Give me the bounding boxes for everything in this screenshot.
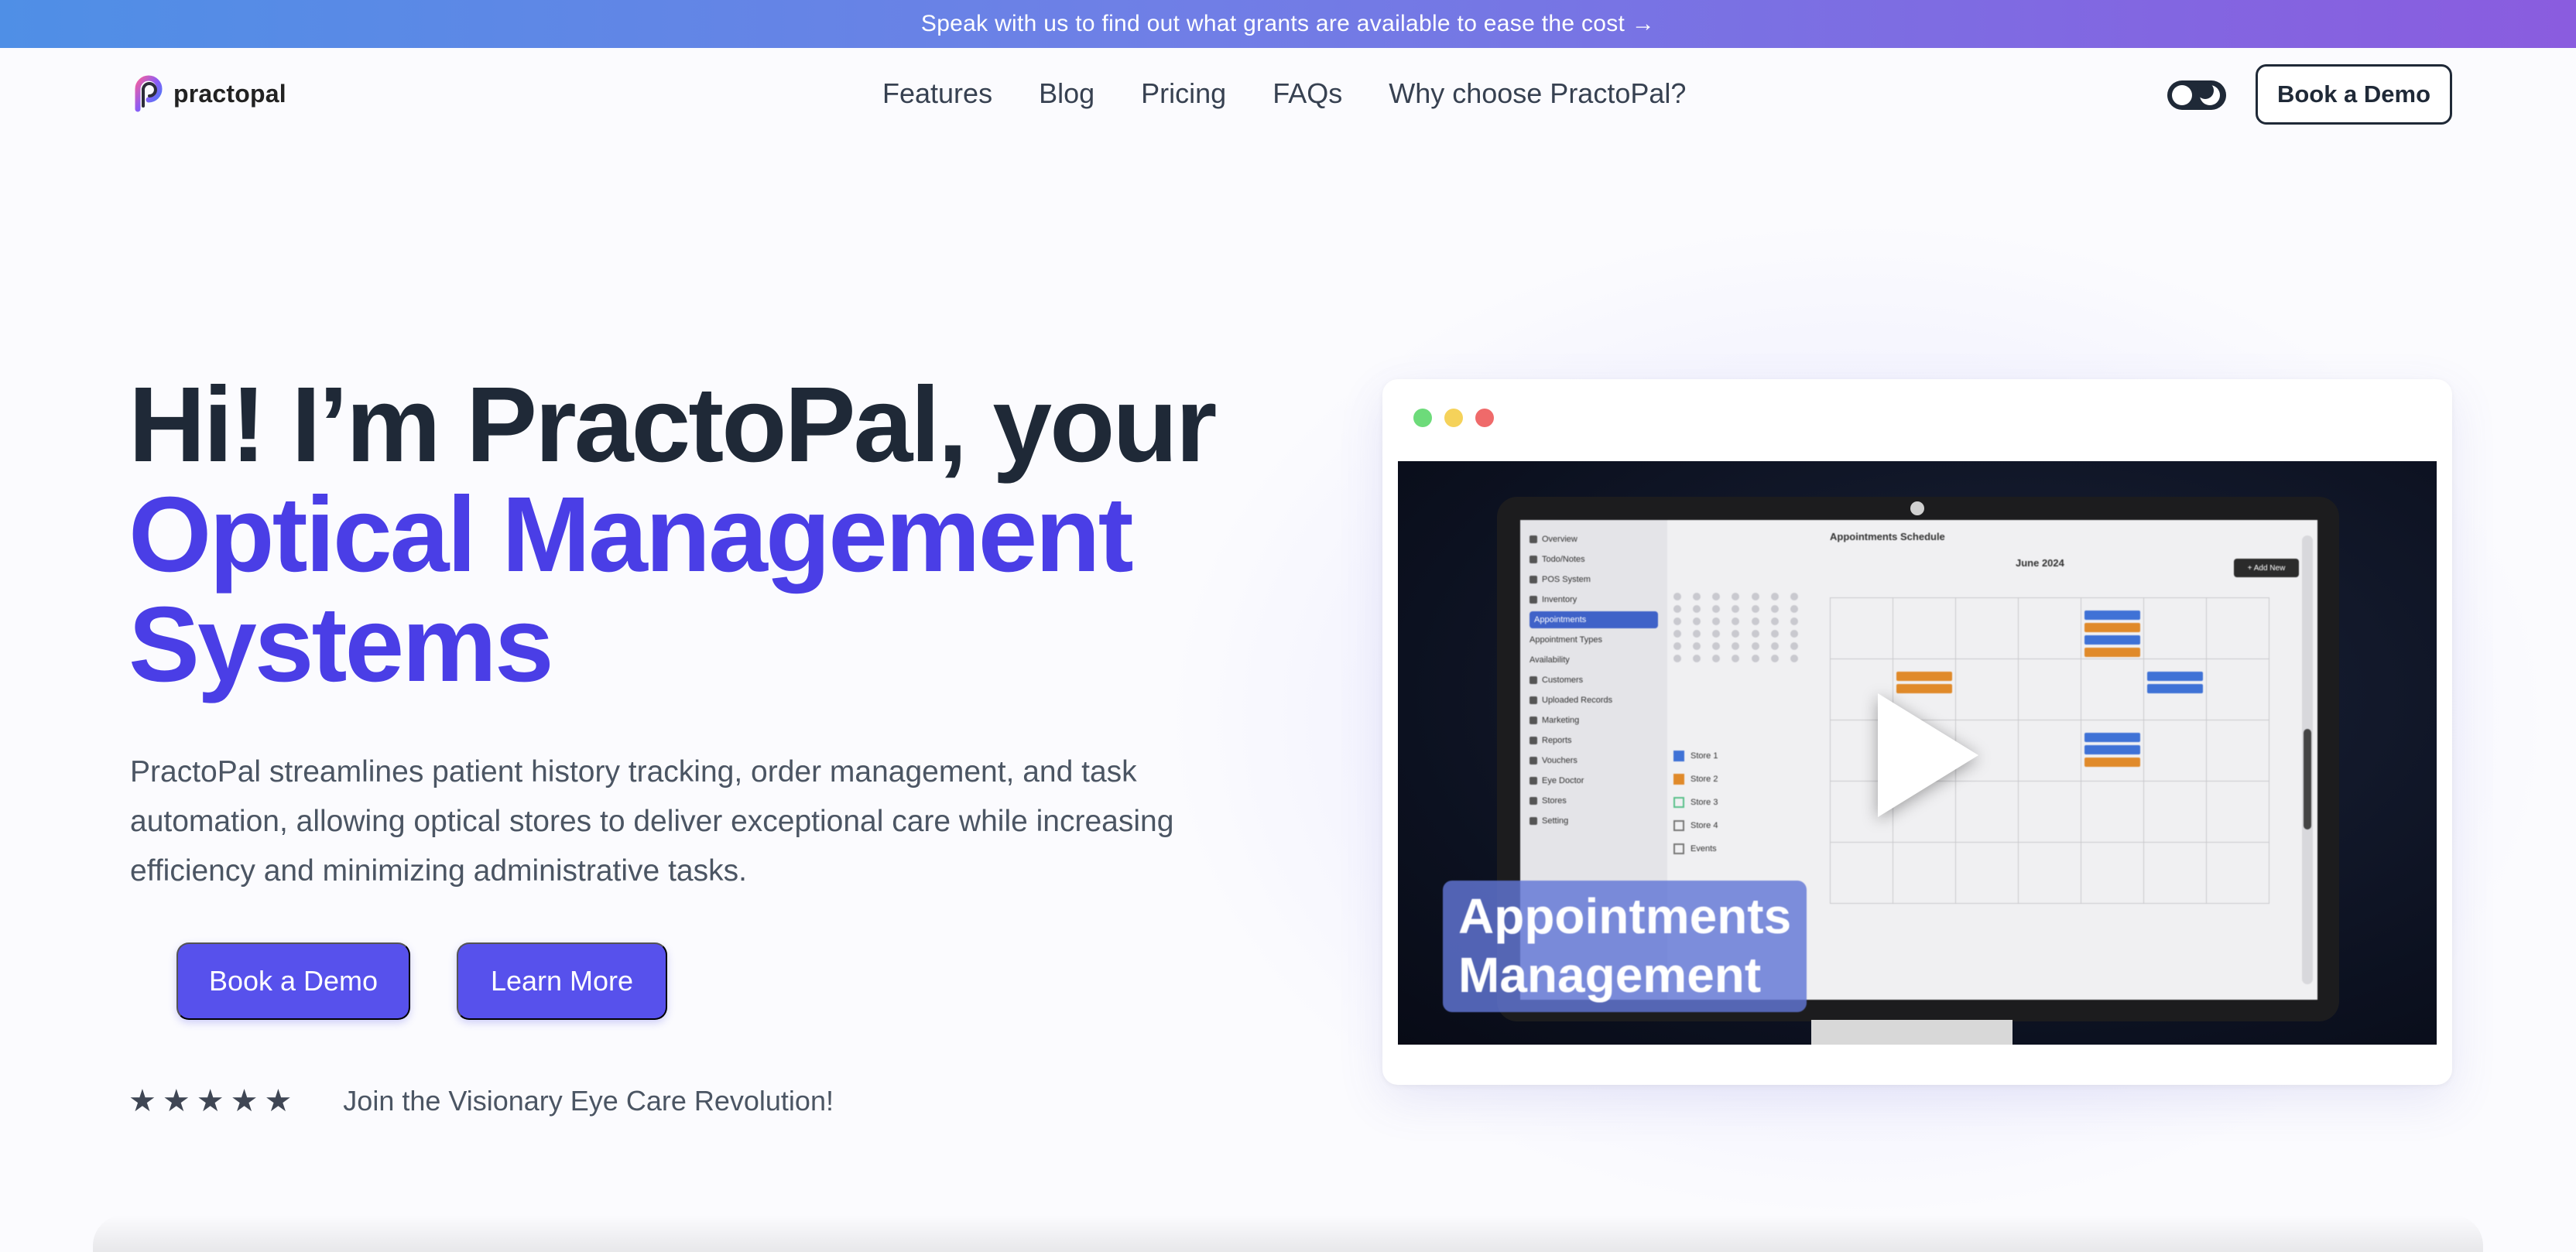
camera-dot xyxy=(1910,501,1924,515)
hero-description: PractoPal streamlines patient history tr… xyxy=(130,755,1174,888)
star-icon: ★ xyxy=(162,1084,190,1118)
grants-link[interactable]: Speak with us to find out what grants ar… xyxy=(921,11,1655,37)
schedule-month: June 2024 xyxy=(2016,557,2064,569)
sidebar-item: POS System xyxy=(1530,571,1658,588)
sidebar-item: Availability xyxy=(1530,655,1570,665)
calendar-row: Store 4 xyxy=(1673,814,1805,837)
rating-text: Join the Visionary Eye Care Revolution! xyxy=(343,1085,834,1117)
top-navigation: practopal Features Blog Pricing FAQs Why… xyxy=(0,48,2576,141)
video-card: Overview Todo/Notes POS System Inventory… xyxy=(1382,379,2452,1085)
nav-link-blog[interactable]: Blog xyxy=(1039,77,1094,110)
nav-link-pricing[interactable]: Pricing xyxy=(1141,77,1226,110)
star-rating: ★ ★ ★ ★ ★ xyxy=(128,1083,292,1119)
add-new-button: + Add New xyxy=(2234,559,2299,577)
hero-title: Hi! I’m PractoPal, your Optical Manageme… xyxy=(128,365,1217,704)
play-icon[interactable] xyxy=(1878,693,1978,817)
calendar-row: Store 1 xyxy=(1673,744,1805,768)
video-player[interactable]: Overview Todo/Notes POS System Inventory… xyxy=(1398,461,2437,1045)
sidebar-item: Setting xyxy=(1530,812,1658,830)
calendar-row: Store 2 xyxy=(1673,768,1805,791)
screen-scrollbar xyxy=(2302,535,2313,984)
announcement-banner[interactable]: Speak with us to find out what grants ar… xyxy=(0,0,2576,48)
mini-calendar xyxy=(1673,574,1805,698)
star-icon: ★ xyxy=(196,1084,224,1118)
calendar-row: Events xyxy=(1673,837,1805,860)
calendar-row: Store 3 xyxy=(1673,791,1805,814)
nav-link-features[interactable]: Features xyxy=(882,77,992,110)
hero-title-line3: Systems xyxy=(128,585,554,704)
logo[interactable]: practopal xyxy=(132,75,286,112)
nav-book-demo-button[interactable]: Book a Demo xyxy=(2256,64,2452,125)
practopal-logo-icon xyxy=(135,75,163,112)
logo-text: practopal xyxy=(173,79,286,108)
learn-more-button[interactable]: Learn More xyxy=(457,942,667,1020)
sidebar-item: Inventory xyxy=(1530,591,1658,608)
theme-toggle-icon[interactable] xyxy=(2167,80,2226,110)
monitor-stand xyxy=(1811,1020,2012,1045)
window-controls xyxy=(1413,409,1494,427)
book-demo-button[interactable]: Book a Demo xyxy=(176,942,410,1020)
yellow-dot-icon xyxy=(1444,409,1463,427)
sidebar-item: Reports xyxy=(1530,732,1658,749)
video-caption: Appointments Management xyxy=(1443,881,1807,1012)
moon-knob xyxy=(2197,82,2220,105)
sidebar-item: Uploaded Records xyxy=(1530,692,1658,709)
caption-line1: Appointments xyxy=(1458,888,1792,944)
hero-title-line1: Hi! I’m PractoPal, your xyxy=(128,365,1217,484)
nav-links: Features Blog Pricing FAQs Why choose Pr… xyxy=(882,77,1686,110)
sidebar-item: Overview xyxy=(1530,531,1658,548)
sidebar-item: Appointment Types xyxy=(1530,635,1602,645)
sidebar-item: Stores xyxy=(1530,792,1658,809)
calendar-list: Store 1 Store 2 Store 3 Store 4 Events xyxy=(1673,744,1805,860)
star-icon: ★ xyxy=(128,1084,156,1118)
star-icon: ★ xyxy=(264,1084,293,1118)
next-section-edge xyxy=(93,1215,2483,1252)
sidebar-item: Customers xyxy=(1530,672,1658,689)
rating: ★ ★ ★ ★ ★ Join the Visionary Eye Care Re… xyxy=(128,1083,834,1119)
sidebar-item: Vouchers xyxy=(1530,752,1658,769)
sidebar-item-active: Appointments xyxy=(1530,611,1658,628)
green-dot-icon xyxy=(1413,409,1432,427)
caption-line2: Management xyxy=(1458,947,1762,1003)
schedule-title: Appointments Schedule xyxy=(1830,531,1945,542)
hero-title-line2: Optical Management xyxy=(128,475,1134,594)
sidebar-item: Marketing xyxy=(1530,712,1658,729)
sidebar-item: Todo/Notes xyxy=(1530,551,1658,568)
star-icon: ★ xyxy=(230,1084,259,1118)
nav-link-why-choose[interactable]: Why choose PractoPal? xyxy=(1389,77,1686,110)
red-dot-icon xyxy=(1475,409,1494,427)
nav-link-faqs[interactable]: FAQs xyxy=(1273,77,1342,110)
sidebar-item: Eye Doctor xyxy=(1530,772,1658,789)
sun-knob xyxy=(2172,85,2192,105)
